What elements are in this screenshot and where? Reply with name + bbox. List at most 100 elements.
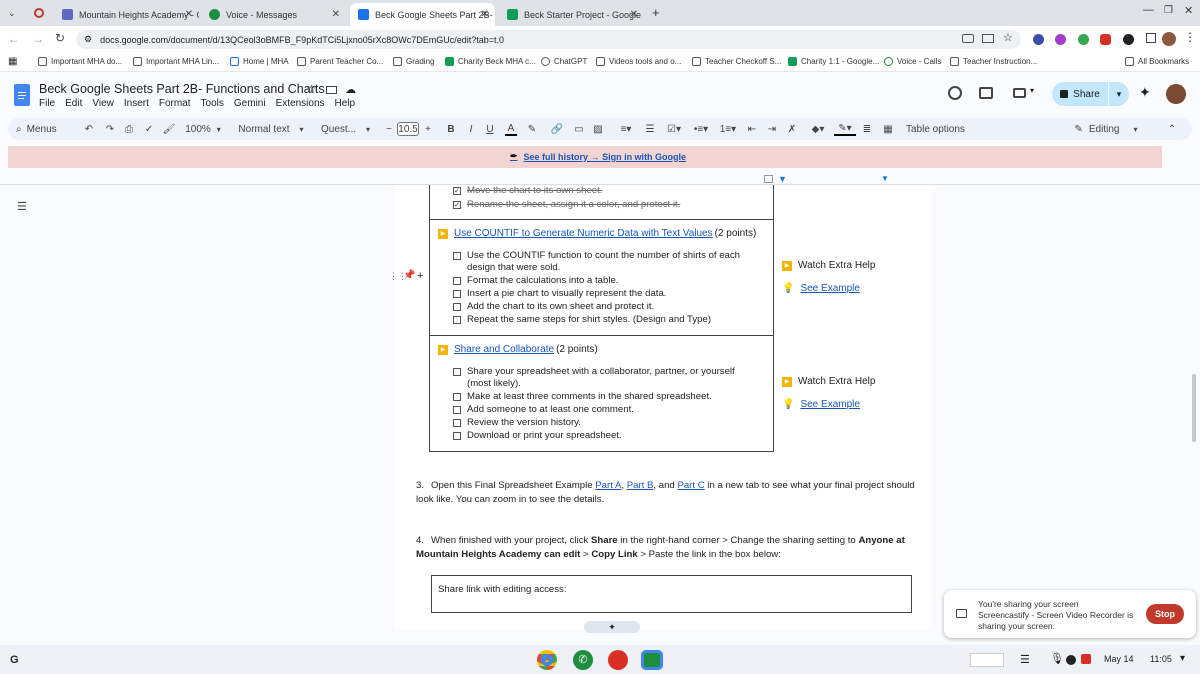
part-b-link[interactable]: Part B <box>627 480 654 491</box>
extension-icon[interactable] <box>1078 34 1089 45</box>
bookmark-item[interactable]: Charity Beck MHA c... <box>445 57 536 66</box>
forward-icon[interactable]: → <box>32 32 44 46</box>
indent-marker[interactable]: ▼ <box>778 174 787 184</box>
countif-link[interactable]: Use COUNTIF to Generate Numeric Data wit… <box>454 228 713 239</box>
menu-file[interactable]: File <box>39 98 55 109</box>
wifi-icon[interactable]: ▾ <box>1180 653 1185 664</box>
menu-insert[interactable]: Insert <box>124 98 149 109</box>
bookmark-item[interactable]: Videos tools and o... <box>596 57 681 66</box>
bookmark-item[interactable]: Voice - Calls <box>884 57 941 66</box>
bold-icon[interactable]: B <box>445 122 457 136</box>
checkbox[interactable] <box>453 303 461 311</box>
bulleted-list-icon[interactable]: •≡▾ <box>691 122 711 136</box>
checklist-item[interactable]: Add someone to at least one comment. <box>453 404 758 416</box>
extension-icon[interactable] <box>1055 34 1066 45</box>
checklist-item[interactable]: Repeat the same steps for shirt styles. … <box>453 314 758 326</box>
minimize-icon[interactable]: — <box>1143 4 1154 16</box>
increase-font-size-icon[interactable]: + <box>422 122 434 136</box>
border-width-icon[interactable]: ≣ <box>861 122 873 136</box>
tab-beck-starter-project[interactable]: Beck Starter Project - Google S ✕ <box>499 3 644 26</box>
font-select[interactable]: Quest... ▾ <box>318 122 373 136</box>
checklist-item[interactable]: ✓ Rename the sheet, assign it a color, an… <box>453 199 763 211</box>
menu-format[interactable]: Format <box>159 98 191 109</box>
align-icon[interactable]: ≡▾ <box>616 122 636 136</box>
site-info-icon[interactable]: ⚙ <box>84 34 92 45</box>
bookmark-item[interactable]: Teacher Instruction... <box>950 57 1037 66</box>
record-icon[interactable] <box>34 8 44 18</box>
tab-mountain-heights[interactable]: Mountain Heights Academy - C ✕ <box>54 3 199 26</box>
tab-voice-messages[interactable]: Voice - Messages ✕ <box>201 3 346 26</box>
highlight-icon[interactable]: ✎ <box>526 122 538 136</box>
docs-logo-icon[interactable] <box>14 84 30 106</box>
print-icon[interactable]: ⎙ <box>123 122 135 136</box>
checklist-icon[interactable]: ☑▾ <box>664 122 684 136</box>
part-a-link[interactable]: Part A <box>595 480 621 491</box>
menus-search[interactable]: ⌕ Menus <box>16 122 76 136</box>
underline-icon[interactable]: U <box>484 122 496 136</box>
tab-beck-google-sheets[interactable]: Beck Google Sheets Part 2B- F ✕ <box>350 3 495 26</box>
bookmark-item[interactable]: Parent Teacher Co... <box>297 57 383 66</box>
clear-formatting-icon[interactable]: ✗ <box>786 122 798 136</box>
voice-app-icon[interactable]: ✆ <box>573 650 593 670</box>
star-icon[interactable]: ☆ <box>306 82 317 96</box>
close-icon[interactable]: ✕ <box>185 9 193 20</box>
undo-icon[interactable]: ↶ <box>83 122 95 136</box>
bookmark-item[interactable]: Home | MHA <box>230 57 289 66</box>
increase-indent-icon[interactable]: ⇥ <box>766 122 778 136</box>
meet-icon[interactable] <box>1013 88 1026 98</box>
add-row-icon[interactable]: + <box>417 270 423 282</box>
checklist-item[interactable]: Download or print your spreadsheet. <box>453 430 758 442</box>
font-size-input[interactable]: 10.5 <box>397 122 419 136</box>
menu-edit[interactable]: Edit <box>65 98 82 109</box>
url-field[interactable]: ⚙ docs.google.com/document/d/13QCeol3oBM… <box>76 30 1021 49</box>
checklist-item[interactable]: Insert a pie chart to visually represent… <box>453 288 758 300</box>
checkbox[interactable] <box>453 277 461 285</box>
bookmark-item[interactable]: Important MHA Lin... <box>133 57 219 66</box>
link-icon[interactable]: 🔗 <box>550 122 564 136</box>
bookmark-item-all[interactable]: All Bookmarks <box>1125 57 1189 66</box>
checklist-item[interactable]: Share your spreadsheet with a collaborat… <box>453 366 758 390</box>
reload-icon[interactable]: ↻ <box>55 31 65 45</box>
share-options-button[interactable]: ▾ <box>1109 82 1129 106</box>
pin-icon[interactable]: 📌 <box>403 270 415 281</box>
checkbox[interactable] <box>453 419 461 427</box>
menu-view[interactable]: View <box>92 98 114 109</box>
new-tab-icon[interactable]: + <box>652 5 660 20</box>
bookmark-item[interactable]: Important MHA do... <box>38 57 122 66</box>
bookmark-item[interactable]: Grading <box>393 57 434 66</box>
clipboard-icon[interactable]: ☰ <box>1020 653 1030 666</box>
cell-fill-icon[interactable]: ◆▾ <box>808 122 828 136</box>
share-button[interactable]: Share <box>1052 82 1108 106</box>
extension-icon[interactable] <box>1123 34 1134 45</box>
move-folder-icon[interactable] <box>326 86 337 94</box>
document-outline-icon[interactable]: ☰ <box>17 200 27 213</box>
text-color-icon[interactable]: A <box>505 122 517 136</box>
checkbox[interactable] <box>453 290 461 298</box>
share-collaborate-link[interactable]: Share and Collaborate <box>454 344 554 355</box>
more-menu-icon[interactable]: ⋮ <box>1184 30 1196 44</box>
doc-title[interactable]: Beck Google Sheets Part 2B- Functions an… <box>39 82 325 96</box>
style-select[interactable]: Normal text ▾ <box>236 122 306 136</box>
spellcheck-icon[interactable]: ✓ <box>143 122 155 136</box>
checkbox[interactable] <box>453 368 461 376</box>
checklist-item[interactable]: ✓ Move the chart to its own sheet. <box>453 185 763 197</box>
menu-help[interactable]: Help <box>335 98 356 109</box>
cast-icon[interactable] <box>962 34 974 43</box>
install-icon[interactable] <box>982 34 994 43</box>
chevron-down-icon[interactable]: ▾ <box>1030 86 1034 95</box>
zoom-select[interactable]: 100% ▾ <box>183 122 223 136</box>
checkbox[interactable] <box>453 316 461 324</box>
border-dash-icon[interactable]: ▦ <box>882 122 894 136</box>
close-icon[interactable]: ✕ <box>481 9 489 20</box>
see-full-history-link[interactable]: ✒ See full history → Sign in with Google <box>510 151 686 162</box>
see-example-link[interactable]: 💡 See Example <box>782 283 860 294</box>
menu-gemini[interactable]: Gemini <box>234 98 266 109</box>
checklist-item[interactable]: Review the version history. <box>453 417 758 429</box>
checked-box-icon[interactable]: ✓ <box>453 201 461 209</box>
checkbox[interactable] <box>453 432 461 440</box>
decrease-indent-icon[interactable]: ⇤ <box>746 122 758 136</box>
user-avatar[interactable] <box>1166 84 1186 104</box>
extensions-puzzle-icon[interactable] <box>1146 33 1156 43</box>
add-comment-icon[interactable]: ▭ <box>573 122 585 136</box>
insert-image-icon[interactable]: ▨ <box>592 122 604 136</box>
